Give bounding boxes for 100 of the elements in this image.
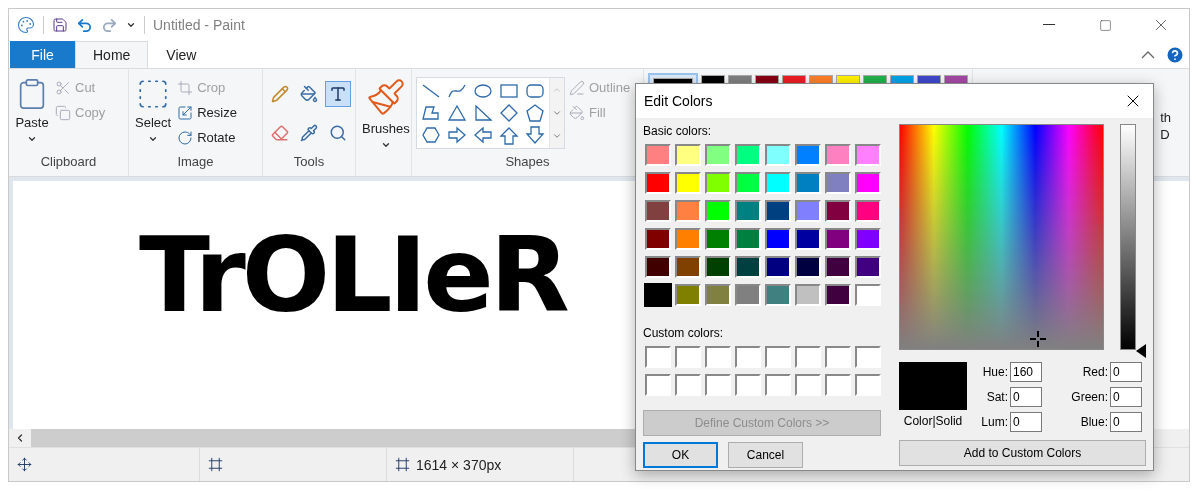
preview-label: Color|Solid [903, 414, 963, 428]
shape-button[interactable] [523, 124, 547, 146]
color-swatch[interactable] [855, 144, 881, 166]
value-field[interactable]: 0 [1010, 412, 1042, 432]
color-swatch[interactable] [765, 284, 791, 306]
color-swatch[interactable] [644, 283, 672, 307]
color-swatch[interactable] [675, 172, 701, 194]
color-swatch[interactable] [825, 284, 851, 306]
color-swatch[interactable] [675, 284, 701, 306]
ribbon-tab[interactable]: View [148, 41, 215, 68]
custom-color-swatch[interactable] [855, 374, 881, 396]
paste-button[interactable]: Paste [13, 73, 51, 154]
select-button[interactable]: Select [133, 73, 174, 154]
slider-arrow-icon[interactable] [1136, 344, 1146, 358]
color-swatch[interactable] [795, 284, 821, 306]
color-swatch[interactable] [735, 256, 761, 278]
color-swatch[interactable] [705, 144, 731, 166]
tool-button[interactable] [325, 81, 351, 107]
color-spectrum[interactable] [899, 124, 1104, 350]
color-swatch[interactable] [735, 228, 761, 250]
custom-color-swatch[interactable] [675, 374, 701, 396]
custom-color-swatch[interactable] [675, 346, 701, 368]
custom-color-swatch[interactable] [765, 374, 791, 396]
color-swatch[interactable] [705, 172, 731, 194]
crosshair-icon [1030, 331, 1046, 347]
add-to-custom-colors-button[interactable]: Add to Custom Colors [899, 440, 1146, 466]
triangle-icon [446, 103, 468, 123]
color-swatch[interactable] [735, 200, 761, 222]
color-swatch[interactable] [855, 172, 881, 194]
color-swatch[interactable] [645, 228, 671, 250]
value-field[interactable]: 0 [1110, 362, 1142, 382]
color-swatch[interactable] [735, 172, 761, 194]
color-swatch[interactable] [855, 228, 881, 250]
color-swatch[interactable] [705, 228, 731, 250]
custom-color-swatch[interactable] [825, 346, 851, 368]
color-swatch[interactable] [825, 200, 851, 222]
color-swatch[interactable] [645, 144, 671, 166]
custom-colors-label: Custom colors: [643, 326, 725, 342]
value-field[interactable]: 0 [1110, 387, 1142, 407]
color-swatch[interactable] [765, 200, 791, 222]
resize-icon [177, 104, 194, 121]
luminance-slider[interactable] [1120, 124, 1146, 360]
color-swatch[interactable] [705, 200, 731, 222]
color-swatch[interactable] [675, 200, 701, 222]
color-swatch[interactable] [825, 228, 851, 250]
value-field[interactable]: 160 [1010, 362, 1042, 382]
color-swatch[interactable] [825, 172, 851, 194]
ribbon-button[interactable]: Resize [176, 102, 238, 123]
canvas-text: TrOLIeR [139, 223, 566, 327]
color-swatch[interactable] [765, 228, 791, 250]
color-swatch[interactable] [735, 144, 761, 166]
ok-button[interactable]: OK [643, 442, 718, 468]
field-label: Red: [1082, 365, 1108, 379]
rounded-rectangle-icon [524, 81, 546, 101]
paint-bucket-icon [569, 104, 585, 121]
custom-color-swatch[interactable] [705, 374, 731, 396]
value-field[interactable]: 0 [1110, 412, 1142, 432]
color-swatch[interactable] [795, 144, 821, 166]
color-swatch[interactable] [645, 256, 671, 278]
custom-color-swatch[interactable] [825, 374, 851, 396]
color-swatch[interactable] [795, 172, 821, 194]
color-swatch[interactable] [855, 200, 881, 222]
file-menu-button[interactable]: File [10, 41, 75, 68]
color-swatch[interactable] [795, 200, 821, 222]
custom-color-swatch[interactable] [855, 346, 881, 368]
color-swatch[interactable] [735, 284, 761, 306]
custom-color-swatch[interactable] [735, 346, 761, 368]
custom-color-swatch[interactable] [705, 346, 731, 368]
color-swatch[interactable] [795, 228, 821, 250]
color-swatch[interactable] [765, 172, 791, 194]
color-swatch[interactable] [795, 256, 821, 278]
color-swatch[interactable] [765, 144, 791, 166]
cancel-button[interactable]: Cancel [728, 442, 803, 468]
custom-color-swatch[interactable] [765, 346, 791, 368]
color-swatch[interactable] [645, 172, 671, 194]
color-swatch[interactable] [825, 256, 851, 278]
custom-color-swatch[interactable] [645, 374, 671, 396]
collapse-icon[interactable] [1141, 50, 1155, 59]
color-swatch[interactable] [705, 256, 731, 278]
value-field[interactable]: 0 [1010, 387, 1042, 407]
custom-color-swatch[interactable] [645, 346, 671, 368]
custom-color-swatch[interactable] [795, 374, 821, 396]
color-swatch[interactable] [675, 228, 701, 250]
shape-button[interactable] [523, 102, 547, 124]
brushes-button[interactable]: Brushes [360, 73, 412, 154]
color-swatch[interactable] [705, 284, 731, 306]
ribbon-tab[interactable]: Home [75, 41, 149, 68]
color-swatch[interactable] [675, 144, 701, 166]
crop-icon [177, 79, 194, 96]
color-swatch[interactable] [855, 256, 881, 278]
custom-color-swatch[interactable] [735, 374, 761, 396]
color-swatch[interactable] [825, 144, 851, 166]
color-swatch[interactable] [765, 256, 791, 278]
color-swatch[interactable] [855, 284, 881, 306]
color-swatch[interactable] [675, 256, 701, 278]
help-icon[interactable] [1165, 44, 1185, 65]
paint-bucket-icon [300, 85, 318, 103]
color-swatch[interactable] [645, 200, 671, 222]
custom-color-swatch[interactable] [795, 346, 821, 368]
ribbon-button[interactable]: Rotate [176, 127, 238, 148]
